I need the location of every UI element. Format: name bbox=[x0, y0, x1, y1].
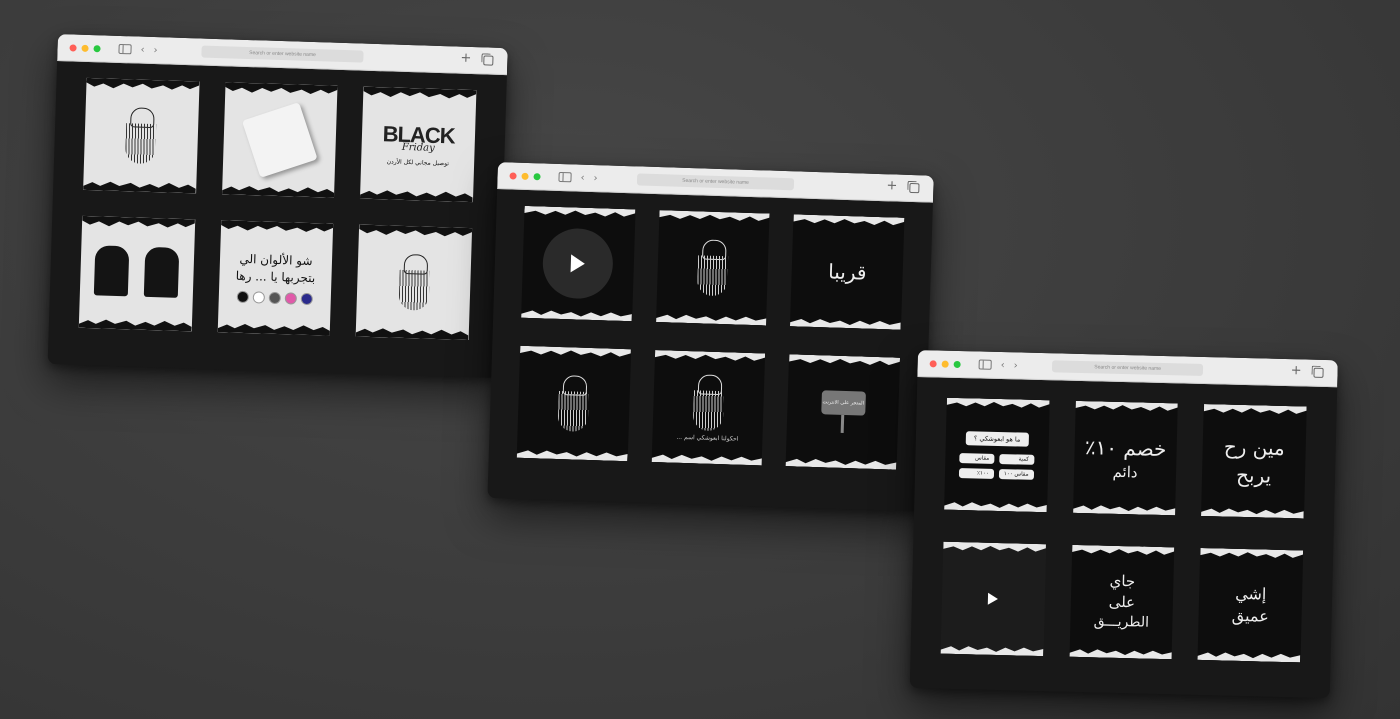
bearded-portrait-image bbox=[691, 373, 727, 431]
play-icon[interactable] bbox=[988, 592, 999, 606]
faq-title: ما هو ابعوشكي ؟ bbox=[965, 430, 1029, 447]
close-button[interactable] bbox=[509, 171, 517, 180]
hoodies-image bbox=[86, 245, 188, 302]
post-tile[interactable] bbox=[655, 210, 770, 326]
tabs-overview-icon[interactable] bbox=[909, 182, 920, 194]
paper-cutout-image bbox=[241, 102, 318, 178]
tile-caption: احكولنا ابعوشكي اسم ... bbox=[676, 433, 739, 443]
post-tile[interactable]: BLACK Friday توصيل مجاني لكل الأردن bbox=[360, 86, 477, 203]
faq-option[interactable]: ١٠٠٪ bbox=[958, 467, 994, 479]
faq-option[interactable]: مقاس ١٠٠ bbox=[998, 468, 1034, 480]
tabs-overview-icon[interactable] bbox=[1313, 367, 1324, 378]
plus-icon[interactable]: + bbox=[886, 178, 897, 193]
free-delivery-caption: توصيل مجاني لكل الأردن bbox=[386, 158, 450, 168]
discount-subline: دائم bbox=[1112, 462, 1138, 481]
address-bar[interactable]: Search or enter website name bbox=[201, 45, 364, 63]
browser-window-1: ‹ › Search or enter website name + BLACK… bbox=[47, 34, 508, 378]
signpost-pole bbox=[840, 414, 845, 433]
video-thumbnail bbox=[542, 227, 615, 300]
minimize-button[interactable] bbox=[941, 360, 949, 368]
post-tile[interactable]: مين رح يربح bbox=[1201, 404, 1307, 519]
coming-line2: على bbox=[1108, 592, 1136, 612]
bearded-portrait-image bbox=[556, 375, 592, 432]
post-tile[interactable] bbox=[521, 205, 636, 322]
minimize-button[interactable] bbox=[81, 44, 89, 52]
post-tile[interactable]: المتجر على الانترنت bbox=[785, 354, 901, 470]
colors-question-line2: بتجربها يا ... رها bbox=[235, 268, 316, 286]
post-tile[interactable]: قريبا bbox=[790, 214, 905, 330]
forward-arrow-icon[interactable]: › bbox=[593, 173, 597, 184]
color-swatches bbox=[236, 290, 313, 305]
coming-line3: الطريـــق bbox=[1093, 613, 1150, 631]
address-bar[interactable]: Search or enter website name bbox=[636, 173, 795, 191]
zoom-button[interactable] bbox=[533, 172, 541, 180]
tabs-overview-icon[interactable] bbox=[483, 55, 494, 66]
minimize-button[interactable] bbox=[521, 172, 529, 180]
signpost-image: المتجر على الانترنت bbox=[820, 390, 866, 416]
post-tile[interactable] bbox=[83, 77, 200, 194]
coming-line1: جاي bbox=[1109, 571, 1136, 591]
deep-line2: عميق bbox=[1231, 605, 1269, 626]
bearded-portrait-image bbox=[695, 239, 731, 297]
color-swatch bbox=[268, 291, 281, 304]
forward-arrow-icon[interactable]: › bbox=[1014, 360, 1018, 371]
black-friday-subtitle: Friday bbox=[401, 141, 435, 154]
browser-window-2: ‹ › Search or enter website name + قريبا… bbox=[487, 162, 934, 512]
post-tile[interactable]: إشي عميق bbox=[1197, 547, 1304, 663]
post-tile[interactable]: شو الألوان الي بتجربها يا ... رها bbox=[217, 220, 334, 336]
post-tile[interactable] bbox=[355, 224, 473, 341]
color-swatch bbox=[284, 292, 297, 305]
post-grid: ما هو ابعوشكي ؟ مقاس كمية ١٠٠٪ مقاس ١٠٠ … bbox=[910, 377, 1337, 683]
post-tile[interactable]: احكولنا ابعوشكي اسم ... bbox=[651, 350, 766, 466]
window-controls bbox=[509, 171, 541, 180]
window-controls bbox=[929, 359, 961, 368]
post-tile[interactable] bbox=[940, 541, 1046, 657]
color-swatch bbox=[236, 290, 250, 303]
soon-text: قريبا bbox=[827, 259, 867, 285]
window-controls bbox=[69, 43, 101, 52]
post-tile[interactable] bbox=[516, 345, 631, 462]
zoom-button[interactable] bbox=[93, 44, 101, 52]
post-tile[interactable]: جاي على الطريـــق bbox=[1069, 544, 1175, 660]
back-arrow-icon[interactable]: ‹ bbox=[1001, 360, 1005, 371]
giveaway-line2: يربح bbox=[1235, 462, 1272, 488]
sidebar-toggle-icon[interactable] bbox=[118, 43, 132, 55]
post-tile[interactable] bbox=[78, 215, 195, 332]
post-grid: BLACK Friday توصيل مجاني لكل الأردن شو ا… bbox=[48, 61, 507, 357]
sidebar-toggle-icon[interactable] bbox=[978, 359, 992, 370]
color-swatch bbox=[300, 292, 313, 305]
color-swatch bbox=[252, 291, 266, 304]
faq-option[interactable]: كمية bbox=[999, 453, 1035, 465]
browser-window-3: ‹ › Search or enter website name + ما هو… bbox=[909, 350, 1338, 699]
post-tile[interactable]: خصم ١٠٪ دائم bbox=[1072, 400, 1179, 516]
address-bar[interactable]: Search or enter website name bbox=[1051, 360, 1204, 376]
close-button[interactable] bbox=[929, 359, 937, 367]
close-button[interactable] bbox=[69, 43, 77, 52]
plus-icon[interactable]: + bbox=[460, 51, 471, 66]
back-arrow-icon[interactable]: ‹ bbox=[140, 44, 144, 55]
plus-icon[interactable]: + bbox=[1291, 363, 1302, 378]
post-grid: قريبا احكولنا ابعوشكي اسم ... المتجر على… bbox=[488, 189, 933, 487]
zoom-button[interactable] bbox=[953, 360, 961, 368]
bearded-portrait-image bbox=[123, 107, 159, 165]
back-arrow-icon[interactable]: ‹ bbox=[580, 172, 584, 183]
post-tile[interactable]: ما هو ابعوشكي ؟ مقاس كمية ١٠٠٪ مقاس ١٠٠ bbox=[944, 397, 1050, 513]
bearded-portrait-image bbox=[396, 253, 432, 311]
faq-option[interactable]: مقاس bbox=[959, 452, 995, 464]
discount-headline: خصم ١٠٪ bbox=[1084, 434, 1167, 461]
faq-options: مقاس كمية ١٠٠٪ مقاس ١٠٠ bbox=[958, 452, 1035, 480]
sidebar-toggle-icon[interactable] bbox=[558, 171, 572, 183]
play-icon[interactable] bbox=[570, 254, 586, 273]
post-tile[interactable] bbox=[221, 82, 338, 198]
forward-arrow-icon[interactable]: › bbox=[153, 45, 157, 56]
deep-line1: إشي bbox=[1234, 583, 1267, 604]
giveaway-line1: مين رح bbox=[1223, 434, 1286, 460]
